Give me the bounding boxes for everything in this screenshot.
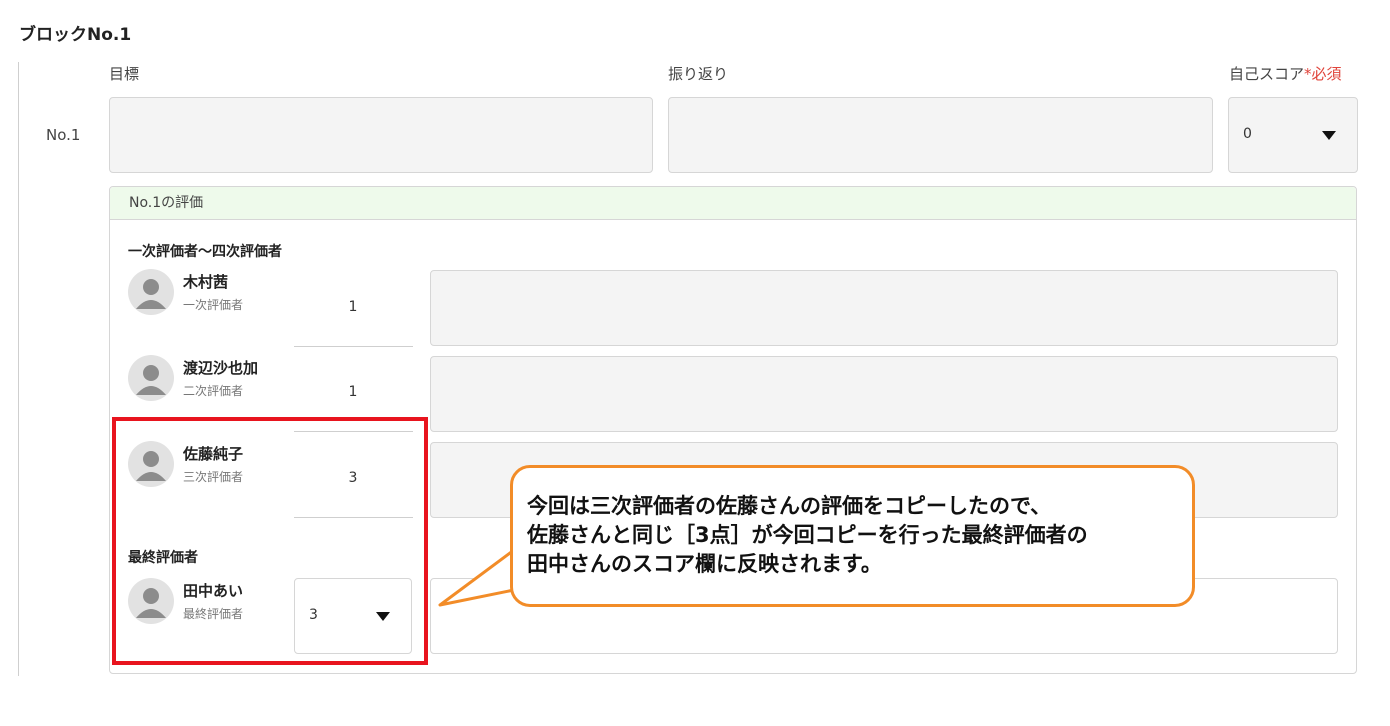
user-avatar-icon	[136, 279, 166, 309]
review-column-label: 振り返り	[668, 65, 729, 83]
callout-bubble: 今回は三次評価者の佐藤さんの評価をコピーしたので、 佐藤さんと同じ［3点］が今回…	[510, 465, 1195, 607]
evaluators-section-title: 一次評価者〜四次評価者	[128, 244, 282, 260]
goal-field[interactable]	[109, 97, 653, 173]
evaluator-comment	[430, 356, 1338, 432]
evaluator-score: 1	[348, 384, 358, 400]
callout-tail	[438, 548, 515, 607]
avatar	[128, 269, 174, 315]
callout-line: 田中さんのスコア欄に反映されます。	[527, 552, 882, 576]
avatar	[128, 355, 174, 401]
row-label: No.1	[46, 126, 81, 144]
evaluation-panel-header: No.1の評価	[110, 187, 1356, 220]
self-score-select-value: 0	[1243, 126, 1252, 142]
divider	[294, 346, 413, 347]
callout-line: 佐藤さんと同じ［3点］が今回コピーを行った最終評価者の	[527, 523, 1088, 547]
callout-line: 今回は三次評価者の佐藤さんの評価をコピーしたので、	[527, 494, 1052, 518]
block-title: ブロックNo.1	[19, 25, 132, 45]
review-field[interactable]	[668, 97, 1213, 173]
evaluator-role: 二次評価者	[183, 384, 244, 398]
highlight-frame	[112, 417, 428, 665]
self-score-select[interactable]: 0	[1228, 97, 1358, 173]
required-mark: *必須	[1304, 65, 1342, 83]
evaluator-name: 渡辺沙也加	[183, 359, 259, 377]
evaluator-score: 1	[348, 299, 358, 315]
evaluator-name: 木村茜	[183, 273, 229, 291]
goal-column-label: 目標	[109, 65, 140, 83]
evaluator-comment	[430, 270, 1338, 346]
user-avatar-icon	[136, 365, 166, 395]
evaluator-role: 一次評価者	[183, 298, 244, 312]
self-score-label-text: 自己スコア	[1229, 65, 1305, 83]
self-score-column-label: 自己スコア*必須	[1229, 63, 1342, 84]
chevron-down-icon	[1322, 131, 1336, 140]
block-left-rule	[18, 62, 19, 676]
